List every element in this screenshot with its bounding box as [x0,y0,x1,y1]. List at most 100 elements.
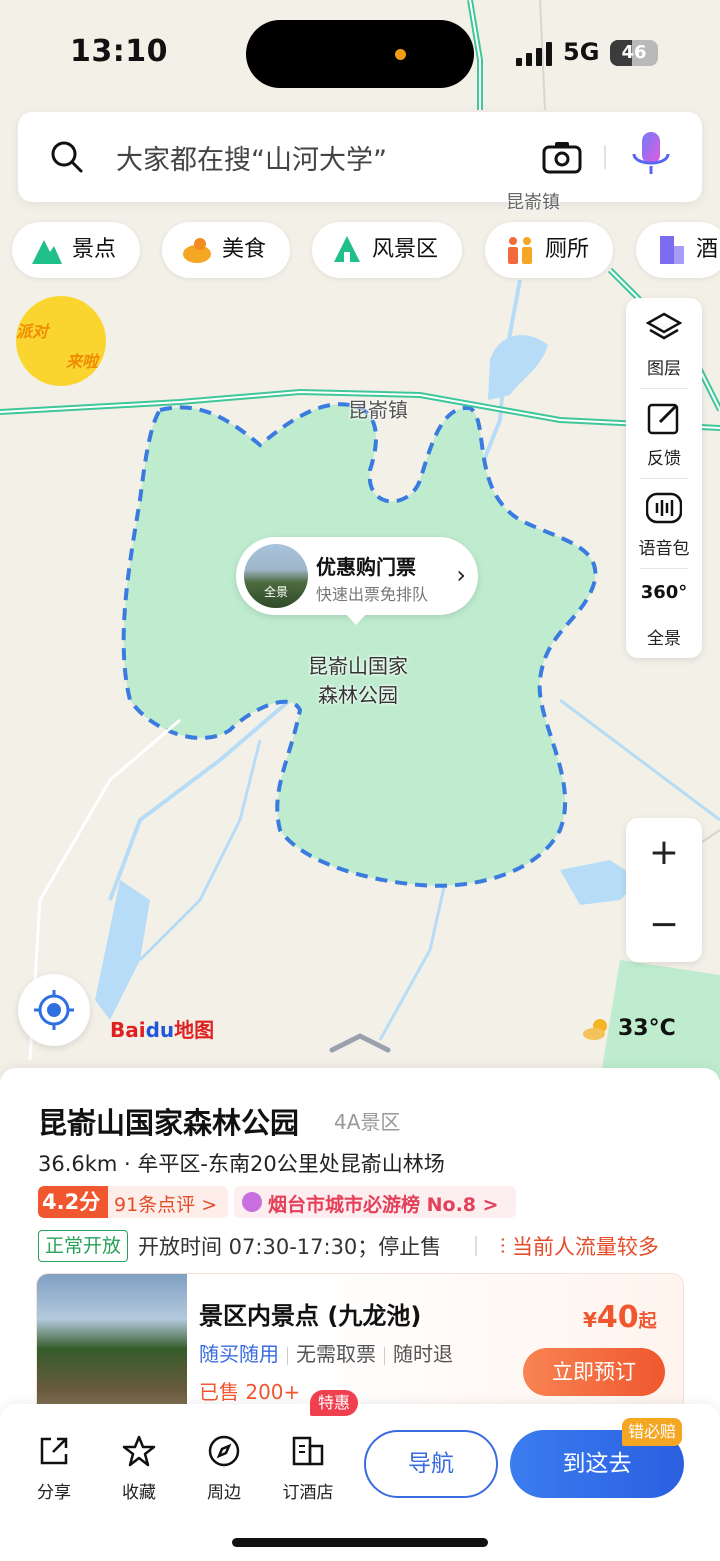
place-grade: 4A景区 [334,1110,401,1134]
chip-label: 美食 [222,237,267,262]
map-tools: 图层 反馈 语音包 360° 全景 [626,298,702,658]
battery-level: 46 [621,42,647,63]
hotel-icon [292,1436,324,1466]
promo-line1: 派对 [16,322,49,341]
baidu-map-logo: Baidu地图 [110,1018,215,1042]
feedback-button[interactable]: 反馈 [626,388,702,478]
park-label-line2: 森林公园 [318,683,398,707]
favorite-button[interactable]: 收藏 [103,1434,175,1503]
locate-icon [34,990,74,1030]
rating-badge[interactable]: 4.2分 91条点评 > [38,1186,228,1218]
locate-button[interactable] [18,974,90,1046]
nearby-button[interactable]: 周边 [188,1434,260,1503]
ticket-card[interactable]: 景区内景点 (九龙池) 随买随用 无需取票 随时退 已售 200+ ¥40起 立即预… [36,1273,684,1423]
navigate-button[interactable]: 导航 [364,1430,498,1498]
sheet-expand-handle[interactable] [328,1030,392,1054]
layers-icon [646,312,682,340]
partly-cloudy-icon [583,1019,607,1040]
hotel-button[interactable]: 订酒店 [272,1434,344,1503]
network-type: 5G [563,38,600,66]
book-now-button[interactable]: 立即预订 [523,1348,665,1396]
ticket-price: ¥40起 [583,1300,657,1335]
ticket-bubble[interactable]: 全景 优惠购门票 快速出票免排队 › [236,537,478,625]
promo-line2: 来啦 [66,352,99,371]
search-icon[interactable] [50,140,84,174]
temperature: 33°C [618,1016,676,1041]
favorite-label: 收藏 [122,1483,156,1503]
place-name: 昆嵛山国家森林公园 [38,1106,300,1140]
crowd-icon: ⫶ [500,1235,506,1259]
ticket-image [37,1274,187,1422]
opening-hours: 开放时间 07:30-17:30；停止售 [138,1235,442,1259]
ticket-tag-2: 无需取票 [296,1342,376,1366]
chip-scenic-spot[interactable]: 景点 [12,222,141,278]
food-icon [183,238,211,263]
crowd-text: 当前人流量较多 [511,1235,659,1259]
ticket-tags: 随买随用 无需取票 随时退 [199,1338,453,1367]
dynamic-island [246,20,474,88]
bubble-subtitle: 快速出票免排队 [316,585,429,604]
bubble-thumbnail: 全景 [244,544,308,608]
ticket-title: 景区内景点 (九龙池) [199,1302,422,1330]
review-count: 91条点评 > [114,1194,218,1216]
town-label: 昆嵛镇 [348,398,408,422]
chip-label: 景点 [72,237,117,262]
hotel-label: 订酒店 [282,1483,334,1503]
microphone-icon[interactable] [628,130,674,186]
feedback-icon [647,403,679,435]
nearby-label: 周边 [207,1483,241,1503]
recording-dot [395,49,406,60]
chip-label: 风景区 [372,237,439,262]
promo-badge[interactable]: 派对 来啦 [16,296,106,386]
hotel-deal-badge: 特惠 [310,1390,358,1416]
bubble-title: 优惠购门票 [316,555,416,579]
battery-icon: 46 [610,40,658,66]
panorama-360-icon: 360° [640,582,688,603]
layers-button[interactable]: 图层 [626,298,702,388]
signal-icon [516,42,552,66]
sold-count: 已售 200+ [199,1380,301,1404]
restroom-icon [508,237,532,264]
zoom-out-button[interactable]: − [626,890,702,962]
panorama-button[interactable]: 360° 全景 [626,568,702,658]
tool-label: 全景 [647,629,681,649]
chip-scenic-area[interactable]: 风景区 [312,222,463,278]
thumb-label: 全景 [263,585,288,599]
place-address: 36.6km · 牟平区-东南20公里处昆嵛山林场 [38,1152,445,1176]
ticket-tag-1: 随买随用 [199,1342,279,1366]
rank-text: 烟台市城市必游榜 No.8 > [268,1194,499,1216]
voice-pack-button[interactable]: 语音包 [626,478,702,568]
chip-hotel[interactable]: 酒 [636,222,720,278]
rank-badge[interactable]: 烟台市城市必游榜 No.8 > [234,1186,516,1218]
voice-pack-icon [646,492,682,524]
chevron-right-icon: › [456,561,466,589]
tool-label: 语音包 [638,539,690,559]
status-time: 13:10 [70,34,168,69]
map-view[interactable]: 13:10 5G 46 大家都在搜“山河大学” 昆嵛镇 景点 美食 风景区 厕所… [0,0,720,1100]
share-icon [40,1437,68,1465]
chip-label: 厕所 [545,237,590,262]
park-label: 昆嵛山国家 森林公园 [296,650,420,708]
camera-icon[interactable] [542,140,582,174]
chip-restroom[interactable]: 厕所 [485,222,614,278]
chip-label: 酒 [696,237,719,262]
zoom-controls: + − [626,818,702,962]
compass-icon [208,1435,240,1467]
action-bar: 分享 收藏 周边 订酒店 特惠 导航 到这去 错必赔 [0,1390,720,1561]
zoom-in-button[interactable]: + [626,818,702,890]
search-input[interactable]: 大家都在搜“山河大学” [116,138,387,177]
rank-icon [242,1192,262,1212]
search-divider [604,145,606,169]
ticket-tag-3: 随时退 [393,1342,453,1366]
scenic-icon [334,236,360,262]
guarantee-badge: 错必赔 [622,1418,683,1446]
weather: 33°C [582,1016,676,1041]
hotel-icon [660,236,684,264]
divider [475,1236,477,1256]
home-indicator[interactable] [232,1538,488,1547]
chip-food[interactable]: 美食 [162,222,291,278]
rating-score: 4.2分 [38,1186,108,1218]
share-button[interactable]: 分享 [18,1434,90,1503]
search-bar[interactable]: 大家都在搜“山河大学” [18,112,702,202]
share-label: 分享 [37,1483,71,1503]
